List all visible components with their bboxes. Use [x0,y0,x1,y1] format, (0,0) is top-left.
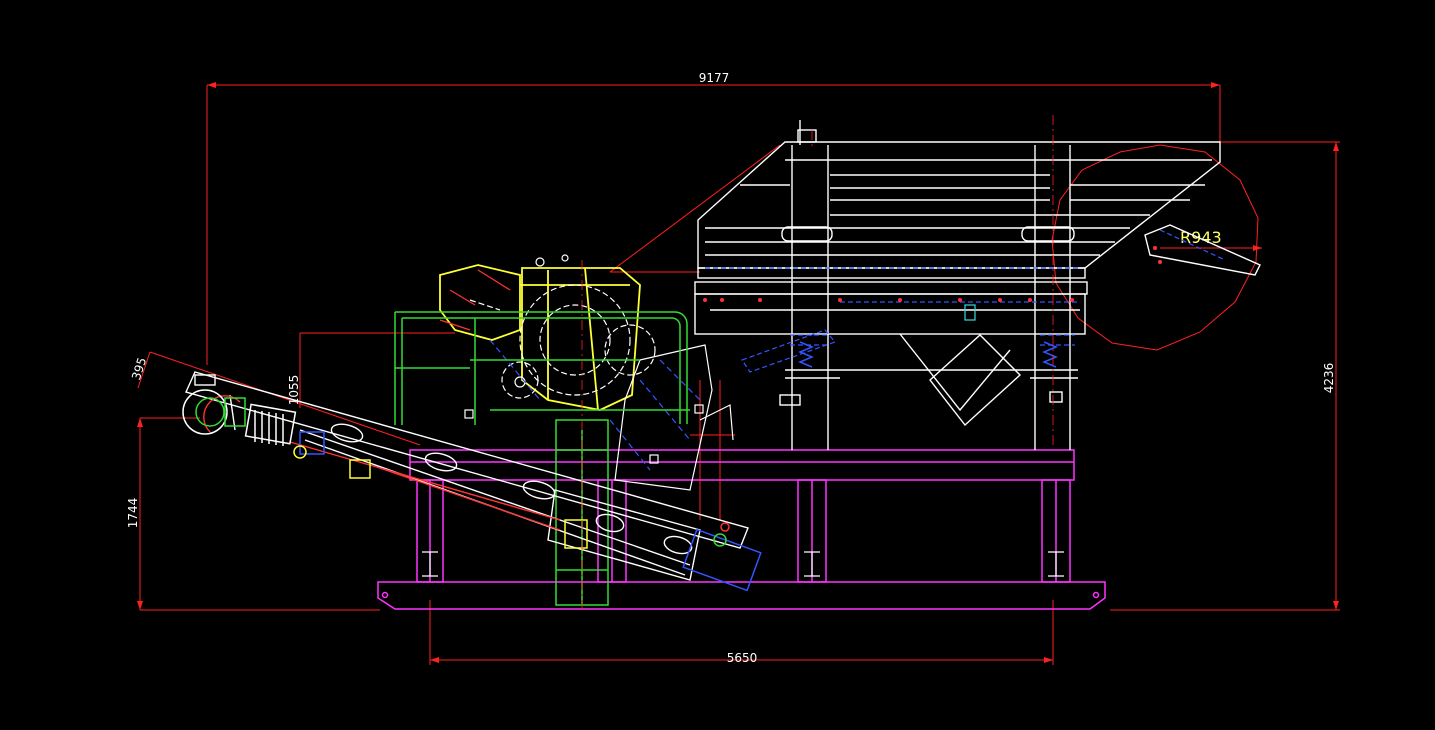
conveyor-drive-motor [182,389,371,479]
dim-overall-height: 4236 [1322,363,1336,394]
dim-overall-length: 9177 [699,71,730,85]
dim-swing-radius: R943 [1180,228,1222,247]
dim-base-length: 5650 [727,651,758,665]
dim-conveyor-height: 1744 [126,498,140,529]
screen-hidden-lines [705,229,1226,373]
cad-drawing: 9177 5650 4236 1744 1055 395 R943 [126,71,1340,665]
i-beam-marks [422,551,1064,577]
dimension-lines [137,84,1340,665]
screen-cyan-mark [964,304,976,321]
vibrating-screen [694,120,1261,450]
screen-springs [798,341,1058,368]
base-frame [377,449,1106,610]
centre-lines [581,115,1054,610]
conveyor-belt-red [203,395,561,531]
dim-conveyor-width: 395 [129,356,149,382]
dimension-arrows [137,82,1339,663]
conveyor-frame [185,371,749,581]
crusher-rotor [469,284,656,399]
